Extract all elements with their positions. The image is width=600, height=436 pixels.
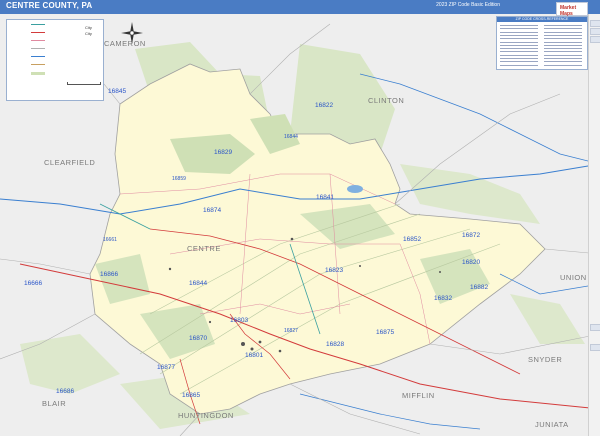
zip-label-16803[interactable]: 16803 — [230, 317, 248, 324]
zip-label-16875[interactable]: 16875 — [376, 329, 394, 336]
zip-label-16801[interactable]: 16801 — [245, 352, 263, 359]
county-label-clearfield: CLEARFIELD — [44, 158, 95, 167]
index-entry — [500, 48, 538, 50]
county-label-blair: BLAIR — [42, 399, 66, 408]
zip-label-16661[interactable]: 16661 — [103, 237, 117, 243]
side-tab[interactable] — [590, 36, 600, 43]
legend-swatch — [31, 64, 45, 65]
index-entry — [544, 54, 582, 56]
zip-index-table: ZIP CODE CROSS-REFERENCE — [496, 16, 588, 70]
index-entry — [500, 34, 538, 36]
side-tab[interactable] — [590, 344, 600, 351]
index-entry — [544, 38, 582, 40]
zip-label-16859[interactable]: 16859 — [172, 176, 186, 182]
zip-label-16820[interactable]: 16820 — [462, 259, 480, 266]
legend-swatch — [31, 48, 45, 49]
zip-label-16845[interactable]: 16845 — [108, 88, 126, 95]
county-label-centre: CENTRE — [187, 244, 221, 253]
index-entry — [544, 44, 582, 46]
map-title: CENTRE COUNTY, PA — [6, 1, 93, 10]
index-entry — [544, 58, 582, 59]
index-entry — [544, 51, 582, 53]
zip-label-16870[interactable]: 16870 — [189, 335, 207, 342]
zip-label-16828[interactable]: 16828 — [326, 341, 344, 348]
county-label-union: UNION — [560, 273, 587, 282]
county-label-juniata: JUNIATA — [535, 420, 569, 429]
legend-swatch — [31, 24, 45, 25]
legend-swatch — [31, 72, 45, 75]
index-entry — [500, 44, 538, 46]
index-entry — [500, 25, 538, 26]
side-tab[interactable] — [590, 324, 600, 331]
side-rail — [588, 14, 600, 436]
index-entry — [500, 54, 538, 56]
zip-label-16882[interactable]: 16882 — [470, 284, 488, 291]
zip-label-16866[interactable]: 16866 — [100, 271, 118, 278]
zip-label-16874[interactable]: 16874 — [203, 207, 221, 214]
zip-label-16844b[interactable]: 16844 — [189, 280, 207, 287]
zip-index-heading: ZIP CODE CROSS-REFERENCE — [497, 17, 587, 22]
county-label-snyder: SNYDER — [528, 355, 562, 364]
zip-label-16852[interactable]: 16852 — [403, 236, 421, 243]
index-entry — [500, 64, 538, 66]
legend-swatch — [31, 40, 45, 41]
index-entry — [500, 58, 538, 59]
county-label-huntingdon: HUNTINGDON — [178, 411, 234, 420]
zip-label-16832[interactable]: 16832 — [434, 295, 452, 302]
logo-text: Market Maps — [560, 5, 577, 17]
index-entry — [544, 28, 582, 30]
index-entry — [500, 41, 538, 43]
index-entry — [500, 38, 538, 40]
index-entry — [500, 28, 538, 30]
lake — [347, 185, 363, 193]
zip-label-16822[interactable]: 16822 — [315, 102, 333, 109]
zip-label-16877[interactable]: 16877 — [157, 364, 175, 371]
publisher-logo: Market Maps — [556, 2, 588, 17]
edition-label: 2023 ZIP Code Basic Edition — [436, 2, 500, 8]
zip-label-16686[interactable]: 16686 — [56, 388, 74, 395]
index-entry — [544, 48, 582, 50]
zip-label-16865[interactable]: 16865 — [182, 392, 200, 399]
side-tab[interactable] — [590, 20, 600, 27]
legend-city-major: City — [85, 25, 92, 30]
county-label-clinton: CLINTON — [368, 96, 404, 105]
legend-swatch — [31, 32, 45, 33]
zip-label-16827[interactable]: 16827 — [284, 328, 298, 334]
index-entry — [544, 31, 582, 33]
index-entry — [544, 61, 582, 63]
zip-label-16872[interactable]: 16872 — [462, 232, 480, 239]
zip-label-16844[interactable]: 16844 — [284, 134, 298, 140]
scale-bar — [67, 82, 101, 85]
index-entry — [544, 25, 582, 26]
index-entry — [500, 51, 538, 53]
zip-label-16823[interactable]: 16823 — [325, 267, 343, 274]
index-entry — [544, 34, 582, 36]
index-entry — [544, 64, 582, 66]
title-bar: CENTRE COUNTY, PA 2023 ZIP Code Basic Ed… — [0, 0, 600, 14]
legend-swatch — [31, 56, 45, 57]
zip-label-16666[interactable]: 16666 — [24, 280, 42, 287]
index-entry — [544, 41, 582, 43]
county-label-mifflin: MIFFLIN — [402, 391, 435, 400]
index-entry — [500, 61, 538, 63]
compass-rose-icon — [121, 22, 143, 44]
legend-city-minor: City — [85, 31, 92, 36]
zip-label-16841[interactable]: 16841 — [316, 194, 334, 201]
map-frame: CENTRE COUNTY, PA 2023 ZIP Code Basic Ed… — [0, 0, 600, 436]
index-entry — [500, 31, 538, 33]
side-tab[interactable] — [590, 28, 600, 35]
zip-label-16829[interactable]: 16829 — [214, 149, 232, 156]
map-legend: City City — [6, 19, 104, 101]
